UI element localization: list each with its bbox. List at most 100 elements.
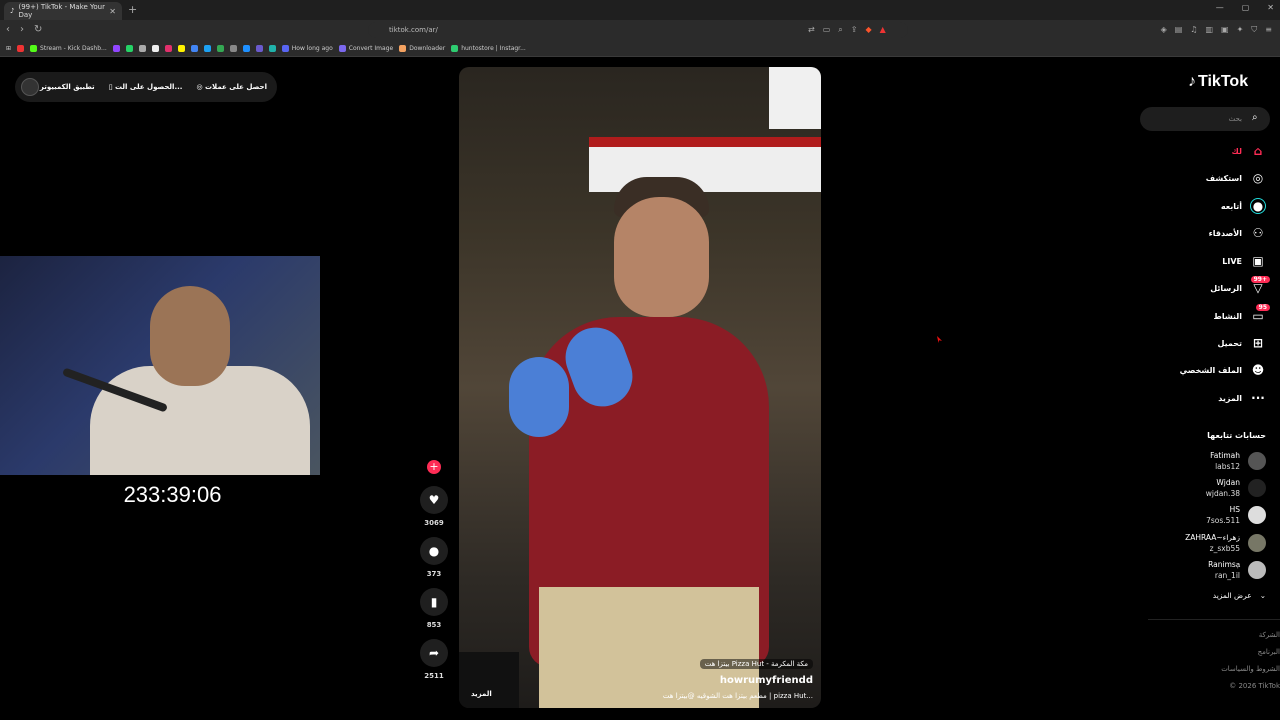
music-icon[interactable]: ♫: [1190, 25, 1197, 35]
bookmark-label: huntostore | Instagr...: [461, 44, 526, 52]
footer-terms-link[interactable]: الشروط والسياسات: [1221, 665, 1280, 673]
webcam-overlay: [0, 256, 320, 475]
extension-icons: ◈ ▤ ♫ ▥ ▣ ✦ ⛉ ≡: [1161, 25, 1272, 35]
leo-icon[interactable]: ✦: [1237, 25, 1244, 35]
bookmark-icon[interactable]: [242, 44, 250, 52]
twitch-icon[interactable]: [112, 44, 120, 52]
avatar: [1248, 479, 1266, 497]
back-icon[interactable]: ‹: [6, 24, 10, 35]
bookmark-icon[interactable]: [190, 44, 198, 52]
tiktok-logo[interactable]: ♪ TikTok: [1188, 73, 1248, 91]
x-icon[interactable]: [138, 44, 146, 52]
pos-tablet: [459, 652, 519, 708]
bookmark-huntostore[interactable]: huntostore | Instagr...: [451, 44, 526, 52]
new-tab-icon[interactable]: +: [128, 3, 137, 16]
nav-more[interactable]: المزيد ···: [1218, 388, 1266, 408]
whatsapp-icon[interactable]: [125, 44, 133, 52]
brave-shield-icon[interactable]: ◆: [865, 25, 871, 35]
cast-icon[interactable]: ▭: [823, 25, 831, 35]
brave-rewards-icon[interactable]: ▲: [880, 25, 886, 35]
upload-icon: ⊞: [1252, 336, 1264, 350]
bookmark-kick[interactable]: Stream - Kick Dashb...: [30, 44, 107, 52]
following-account[interactable]: Fatimah labs12: [1210, 450, 1266, 472]
activity-icon: ▭ 95: [1250, 304, 1270, 324]
get-app-button[interactable]: ▯ الحصول على الت...: [109, 83, 183, 91]
nav-label: استكشف: [1205, 173, 1242, 183]
location-tag[interactable]: بيتزا هت Pizza Hut - مكة المكرمة: [699, 659, 813, 669]
video-more-link[interactable]: المزيد: [471, 690, 492, 698]
follow-plus-icon[interactable]: +: [427, 460, 441, 474]
bookmark-icon[interactable]: [229, 44, 237, 52]
following-account[interactable]: Ranimsa᷂ ran_1il: [1208, 559, 1266, 581]
footer-company-link[interactable]: الشركة: [1259, 631, 1280, 639]
following-account[interactable]: ZAHRAA~زهراء z_sxb55: [1185, 532, 1266, 554]
zoom-icon[interactable]: ⌕: [838, 25, 842, 35]
bookmark-how-long-ago[interactable]: How long ago: [281, 44, 333, 52]
instagram-icon[interactable]: [164, 44, 172, 52]
save-button[interactable]: ▮: [420, 588, 448, 616]
wallet-icon[interactable]: ▣: [1221, 25, 1229, 35]
account-username: 7sos.511: [1206, 516, 1240, 525]
reload-icon[interactable]: ↻: [34, 24, 42, 35]
search-input[interactable]: بحث: [1140, 107, 1270, 131]
desktop-app-button[interactable]: ⤓ تطبيق الكمبيوتر: [34, 83, 94, 92]
avatar: [1248, 506, 1266, 524]
minimize-icon[interactable]: —: [1216, 3, 1224, 12]
share-icon[interactable]: ⇪: [851, 25, 858, 35]
bookmark-downloader[interactable]: Downloader: [399, 44, 445, 52]
apps-grid-icon[interactable]: ⊞: [6, 45, 11, 52]
close-tab-icon[interactable]: ✕: [109, 7, 116, 16]
nav-label: النشاط: [1213, 311, 1242, 321]
comment-button[interactable]: ●: [420, 537, 448, 565]
get-coins-label: احصل على عملات: [204, 83, 267, 91]
get-coins-button[interactable]: ◎ احصل على عملات: [196, 83, 267, 91]
close-window-icon[interactable]: ✕: [1267, 3, 1274, 12]
downloader-icon: [399, 44, 407, 52]
following-account[interactable]: Wjdan wjdan.38: [1206, 477, 1266, 499]
nav-messages[interactable]: الرسائل ▽ 99+: [1210, 276, 1270, 298]
video-caption: بيتزا هت Pizza Hut - مكة المكرمة howrumy…: [663, 651, 813, 700]
sidebar-icon[interactable]: ▥: [1205, 25, 1213, 35]
share-button[interactable]: ➦: [420, 639, 448, 667]
maximize-icon[interactable]: ▢: [1242, 3, 1250, 12]
nav-live[interactable]: LIVE ▣: [1222, 251, 1266, 271]
video-player[interactable]: المزيد بيتزا هت Pizza Hut - مكة المكرمة …: [459, 67, 821, 708]
nav-friends[interactable]: الأصدقاء ⚇: [1209, 223, 1266, 243]
like-button[interactable]: ♥: [420, 486, 448, 514]
following-account[interactable]: HS 7sos.511: [1206, 504, 1266, 526]
person-head: [614, 197, 709, 317]
see-more-label: عرض المزيد: [1212, 591, 1252, 600]
sidebar-divider: [1148, 619, 1280, 620]
translate-icon[interactable]: ⇄: [808, 25, 815, 35]
user-avatar[interactable]: [21, 78, 39, 96]
account-username: wjdan.38: [1205, 489, 1240, 498]
nav-explore[interactable]: استكشف ◎: [1206, 168, 1266, 188]
tiktok-bookmark-icon[interactable]: [151, 44, 159, 52]
bookmark-icon[interactable]: [268, 44, 276, 52]
see-more-button[interactable]: عرض المزيد ⌄: [1213, 591, 1266, 600]
youtube-bookmark-icon[interactable]: [17, 44, 25, 52]
bookmark-icon[interactable]: [203, 44, 211, 52]
bookmark-convert-image[interactable]: Convert Image: [338, 44, 393, 52]
nav-for-you[interactable]: لك ⌂: [1232, 141, 1266, 161]
snapchat-icon[interactable]: [177, 44, 185, 52]
extension-icon[interactable]: ▤: [1175, 25, 1183, 35]
footer-program-link[interactable]: البرنامج: [1258, 648, 1280, 656]
bookmark-icon[interactable]: [255, 44, 263, 52]
vpn-icon[interactable]: ⛉: [1251, 25, 1257, 35]
video-username[interactable]: howrumyfriendd: [663, 675, 813, 686]
forward-icon[interactable]: ›: [20, 24, 24, 35]
account-username: z_sxb55: [1209, 544, 1240, 553]
nav-upload[interactable]: تحميل ⊞: [1217, 333, 1266, 353]
search-icon[interactable]: ⌕: [1252, 112, 1258, 123]
extension-icon[interactable]: ◈: [1161, 25, 1167, 35]
bookmark-icon[interactable]: [216, 44, 224, 52]
nav-following[interactable]: أتابعه ●: [1221, 196, 1266, 216]
nav-label: الملف الشخصي: [1179, 365, 1242, 375]
share-count: 2511: [424, 672, 444, 680]
nav-activity[interactable]: النشاط ▭ 95: [1213, 304, 1270, 326]
nav-profile[interactable]: الملف الشخصي ☻: [1180, 360, 1266, 380]
browser-tab[interactable]: ♪ (99+) TikTok - Make Your Day ✕: [4, 2, 122, 20]
menu-icon[interactable]: ≡: [1265, 25, 1272, 35]
following-avatar-icon: ●: [1250, 198, 1266, 214]
